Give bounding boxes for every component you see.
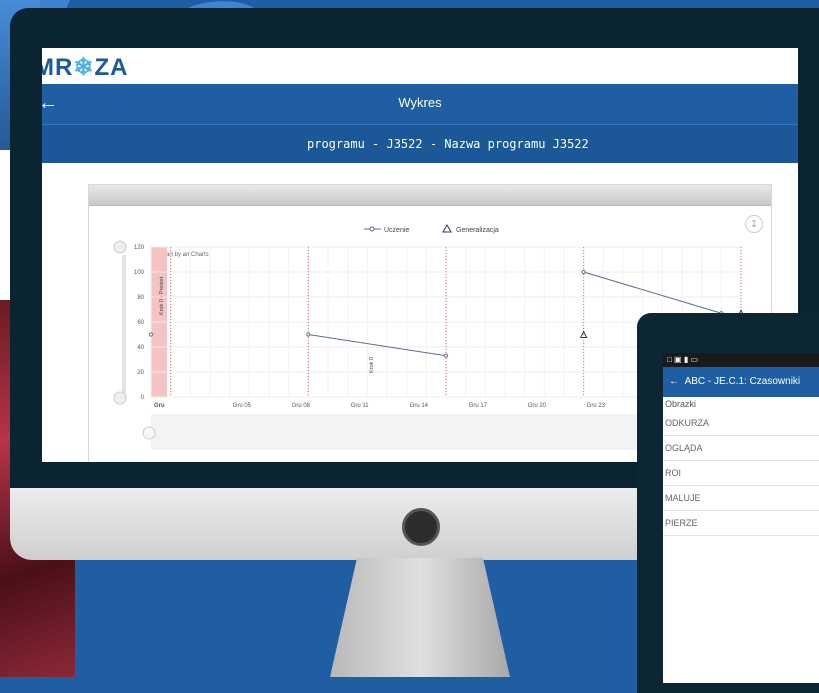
scrollbar-bottom-handle[interactable] [113,391,127,405]
legend-generalizacja-marker [442,223,452,233]
series-uczenie-point[interactable] [443,353,449,358]
logo-text-left: MR [42,54,74,81]
phone-list-item[interactable]: MALUJE [663,486,819,511]
y-tick-label: 40 [137,345,144,351]
guide-label: Krok 0 - Pretest [159,276,165,315]
phone-app-bar: ← ABC - JE.C.1: Czasowniki [663,367,819,397]
scrollbar-top-handle[interactable] [113,240,127,254]
x-tick-label: Gru [154,403,165,409]
series-uczenie-point[interactable] [148,332,154,337]
legend[interactable]: Uczenie Generalizacja [364,223,499,234]
series-uczenie-point[interactable] [306,332,311,337]
logo-text-right: ZA [94,54,129,81]
app-logo: MR❄ZA [42,53,128,82]
series-uczenie-line [308,334,447,357]
y-tick-label: 0 [141,395,145,401]
arrow-left-icon[interactable]: ← [669,376,679,387]
x-tick-label: Gru 17 [469,403,488,409]
y-tick-label: 100 [134,270,145,276]
x-tick-label: Gru 08 [292,403,311,409]
series-uczenie-line [583,271,722,314]
x-tick-label: Gru 14 [410,403,429,409]
logo-bar: MR❄ZA [42,48,798,84]
phone-section-label: Obrazki [665,399,697,409]
legend-uczenie-marker [369,226,375,232]
legend-generalizacja-label: Generalizacja [456,227,499,234]
snowflake-icon: ❄ [73,54,95,81]
guide-label: Krok 0 [369,357,375,373]
y-tick-label: 120 [134,245,145,251]
value-scrollbar[interactable] [122,255,126,395]
date-scrollbar-handle[interactable] [142,426,156,440]
phone-title: ABC - JE.C.1: Czasowniki [684,376,801,387]
phone-list-item[interactable]: PIERZE [663,511,819,536]
y-tick-label: 60 [137,320,144,326]
phone-list-item[interactable]: ROI [663,461,819,486]
monitor-button-icon [402,508,440,546]
y-tick-label: 80 [137,295,144,301]
phone-status-bar: □ ▣ ▮ ▭ [663,353,819,367]
phone-list-item[interactable]: OGLĄDA [663,436,819,461]
header-bar: ← Wykres [42,84,798,124]
program-title: programu - J3522 - Nazwa programu J3522 [307,137,589,151]
x-tick-label: Gru 05 [233,403,252,409]
legend-uczenie-label: Uczenie [384,227,409,234]
program-bar: programu - J3522 - Nazwa programu J3522 [42,124,798,163]
x-tick-label: Gru 11 [351,403,370,409]
monitor-stand [330,558,510,677]
phone-list-item[interactable]: ODKURZA [663,411,819,436]
x-tick-label: Gru 20 [528,403,547,409]
phone-screen: □ ▣ ▮ ▭ ← ABC - JE.C.1: Czasowniki Obraz… [663,353,819,683]
x-tick-label: Gru 23 [587,403,606,409]
y-tick-label: 20 [137,370,144,376]
series-uczenie-point[interactable] [581,269,586,275]
page-title: Wykres [398,95,442,110]
